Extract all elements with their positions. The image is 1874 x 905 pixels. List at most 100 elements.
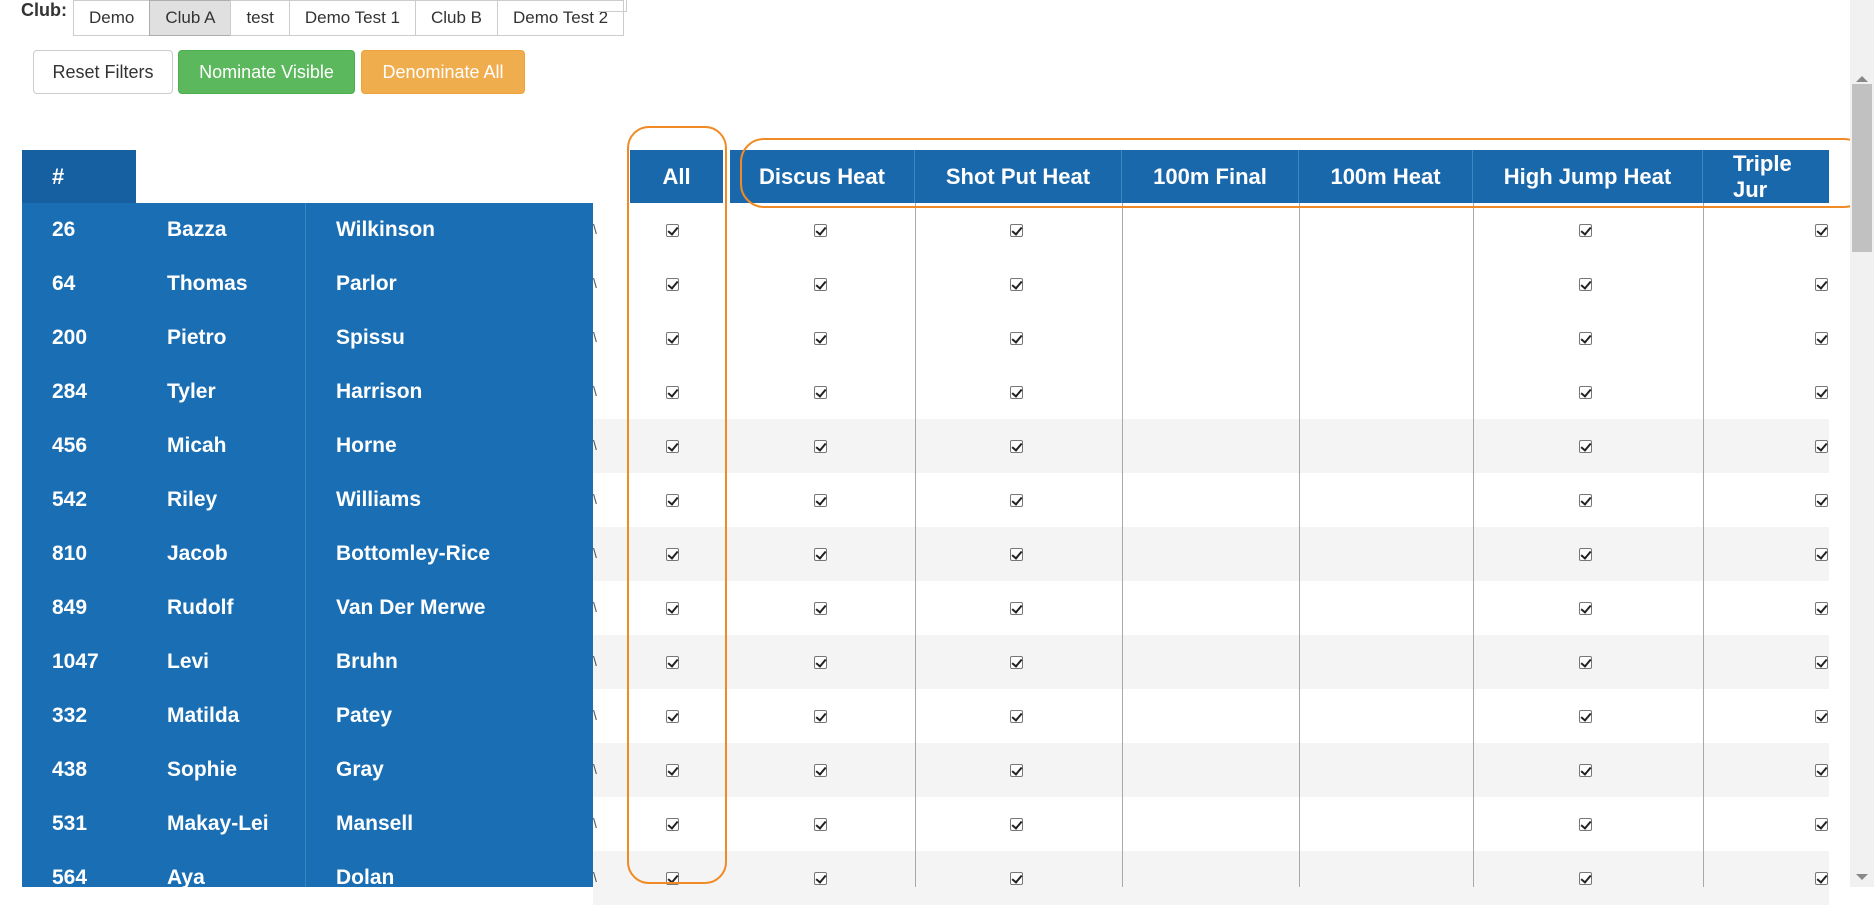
event-checkbox[interactable] [1815, 710, 1828, 723]
row-last-name: Bottomley-Rice [336, 542, 491, 565]
event-checkbox[interactable] [1009, 872, 1023, 885]
event-checkbox[interactable] [1579, 386, 1592, 399]
truncated-column-glyph: \ [593, 653, 597, 669]
row-first-name: Pietro [167, 326, 227, 349]
truncated-column-glyph: \ [593, 869, 597, 885]
scrollbar-thumb[interactable] [1852, 84, 1872, 252]
header-event-triple-jur[interactable]: Triple Jur [1703, 150, 1829, 203]
event-checkbox[interactable] [1579, 710, 1592, 723]
event-checkbox[interactable] [1009, 440, 1023, 453]
frozen-columns [22, 203, 593, 887]
event-checkbox[interactable] [1579, 224, 1592, 237]
event-checkbox[interactable] [813, 548, 827, 561]
row-last-name: Gray [336, 758, 384, 781]
truncated-column-glyph: \ [593, 599, 597, 615]
all-checkbox[interactable] [666, 872, 679, 885]
all-checkbox[interactable] [666, 278, 679, 291]
all-checkbox[interactable] [666, 602, 679, 615]
event-checkbox[interactable] [813, 332, 827, 345]
event-checkbox[interactable] [1579, 548, 1592, 561]
truncated-column-glyph: \ [593, 815, 597, 831]
event-checkbox[interactable] [813, 656, 827, 669]
event-checkbox[interactable] [1815, 818, 1828, 831]
header-event-high-jump-heat[interactable]: High Jump Heat [1473, 150, 1703, 203]
all-checkbox[interactable] [666, 764, 679, 777]
all-checkbox[interactable] [666, 494, 679, 507]
all-checkbox[interactable] [666, 656, 679, 669]
event-checkbox[interactable] [813, 278, 827, 291]
scroll-down-icon[interactable] [1856, 874, 1868, 880]
row-last-name: Harrison [336, 380, 423, 403]
event-checkbox[interactable] [1009, 602, 1023, 615]
event-checkbox[interactable] [1009, 818, 1023, 831]
event-checkbox[interactable] [1815, 656, 1828, 669]
event-checkbox[interactable] [1009, 386, 1023, 399]
all-checkbox[interactable] [666, 224, 679, 237]
event-checkbox[interactable] [813, 872, 827, 885]
truncated-column-glyph: \ [593, 437, 597, 453]
header-event-discus-heat[interactable]: Discus Heat [730, 150, 915, 203]
header-event-100m-heat[interactable]: 100m Heat [1299, 150, 1473, 203]
event-checkbox[interactable] [1815, 386, 1828, 399]
event-checkbox[interactable] [813, 386, 827, 399]
event-checkbox[interactable] [813, 602, 827, 615]
event-checkbox[interactable] [1579, 602, 1592, 615]
event-checkbox[interactable] [1815, 494, 1828, 507]
frozen-divider [305, 203, 306, 887]
header-event-100m-final[interactable]: 100m Final [1122, 150, 1299, 203]
all-checkbox[interactable] [666, 386, 679, 399]
event-checkbox[interactable] [1579, 656, 1592, 669]
scroll-up-icon[interactable] [1856, 76, 1868, 82]
event-checkbox[interactable] [1009, 710, 1023, 723]
table-row [593, 203, 1829, 257]
event-checkbox[interactable] [1009, 224, 1023, 237]
all-checkbox[interactable] [666, 548, 679, 561]
event-checkbox[interactable] [1009, 656, 1023, 669]
event-checkbox[interactable] [1009, 278, 1023, 291]
event-checkbox[interactable] [813, 764, 827, 777]
event-checkbox[interactable] [813, 440, 827, 453]
table-row [593, 743, 1829, 797]
event-checkbox[interactable] [1815, 602, 1828, 615]
row-last-name: Bruhn [336, 650, 398, 673]
event-checkbox[interactable] [1009, 494, 1023, 507]
all-checkbox[interactable] [666, 818, 679, 831]
all-checkbox[interactable] [666, 710, 679, 723]
event-checkbox[interactable] [813, 494, 827, 507]
row-last-name: Williams [336, 488, 422, 511]
row-first-name: Micah [167, 434, 227, 457]
event-checkbox[interactable] [1579, 872, 1592, 885]
event-checkbox[interactable] [1815, 440, 1828, 453]
event-checkbox[interactable] [1579, 764, 1592, 777]
event-checkbox[interactable] [1815, 224, 1828, 237]
row-last-name: Parlor [336, 272, 397, 295]
event-checkbox[interactable] [813, 224, 827, 237]
event-checkbox[interactable] [1579, 278, 1592, 291]
truncated-column-glyph: \ [593, 545, 597, 561]
event-checkbox[interactable] [1815, 548, 1828, 561]
event-checkbox[interactable] [1815, 278, 1828, 291]
event-checkbox[interactable] [813, 818, 827, 831]
event-checkbox[interactable] [1009, 764, 1023, 777]
header-event-shot-put-heat[interactable]: Shot Put Heat [915, 150, 1122, 203]
row-number: 542 [52, 488, 88, 511]
event-checkbox[interactable] [1009, 548, 1023, 561]
event-checkbox[interactable] [1579, 332, 1592, 345]
table-row [593, 311, 1829, 365]
event-checkbox[interactable] [1009, 332, 1023, 345]
event-checkbox[interactable] [1579, 440, 1592, 453]
header-number[interactable]: # [22, 150, 136, 203]
event-checkbox[interactable] [1815, 872, 1828, 885]
event-checkbox[interactable] [1815, 764, 1828, 777]
event-checkbox[interactable] [1815, 332, 1828, 345]
event-checkbox[interactable] [1579, 818, 1592, 831]
row-last-name: Spissu [336, 326, 405, 349]
all-checkbox[interactable] [666, 440, 679, 453]
event-checkbox[interactable] [1579, 494, 1592, 507]
all-checkbox[interactable] [666, 332, 679, 345]
row-number: 456 [52, 434, 88, 457]
header-all[interactable]: All [630, 150, 723, 203]
event-checkbox[interactable] [813, 710, 827, 723]
table-row [593, 635, 1829, 689]
table-row [593, 797, 1829, 851]
